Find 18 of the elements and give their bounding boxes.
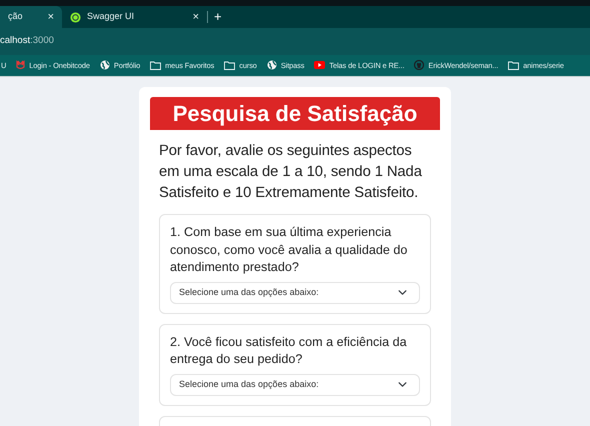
answer-select[interactable]: Selecione uma das opções abaixo:	[170, 282, 420, 304]
new-tab-button[interactable]: +	[208, 7, 228, 27]
browser-tab[interactable]: ção ×	[0, 6, 62, 28]
intro-text: Por favor, avalie os seguintes aspectos em uma escala de 1 a 10, sendo 1 Nada Satisfeito e 10 Extremamente Satisfeito.	[159, 142, 423, 203]
question-text: 1. Com base em sua última experiencia conosco, como você avalia a qualidade do atendimento prestado?	[170, 224, 408, 276]
question-text: 2. Você ficou satisfeito com a eficiência da entrega do seu pedido?	[170, 334, 408, 368]
folder-icon	[150, 60, 162, 70]
browser-tab[interactable]: Swagger UI ×	[62, 6, 207, 28]
close-icon[interactable]: ×	[48, 8, 54, 26]
cat-icon	[414, 60, 424, 70]
logo-icon	[16, 60, 26, 70]
close-icon[interactable]: ×	[192, 8, 199, 26]
folder-icon	[224, 60, 236, 70]
survey-title: Pesquisa de Satisfação	[150, 97, 440, 130]
play-icon	[314, 61, 326, 70]
answer-select[interactable]: Selecione uma das opções abaixo:	[170, 374, 420, 396]
folder-icon	[508, 60, 520, 70]
address-bar[interactable]: calhost:3000	[0, 28, 590, 55]
